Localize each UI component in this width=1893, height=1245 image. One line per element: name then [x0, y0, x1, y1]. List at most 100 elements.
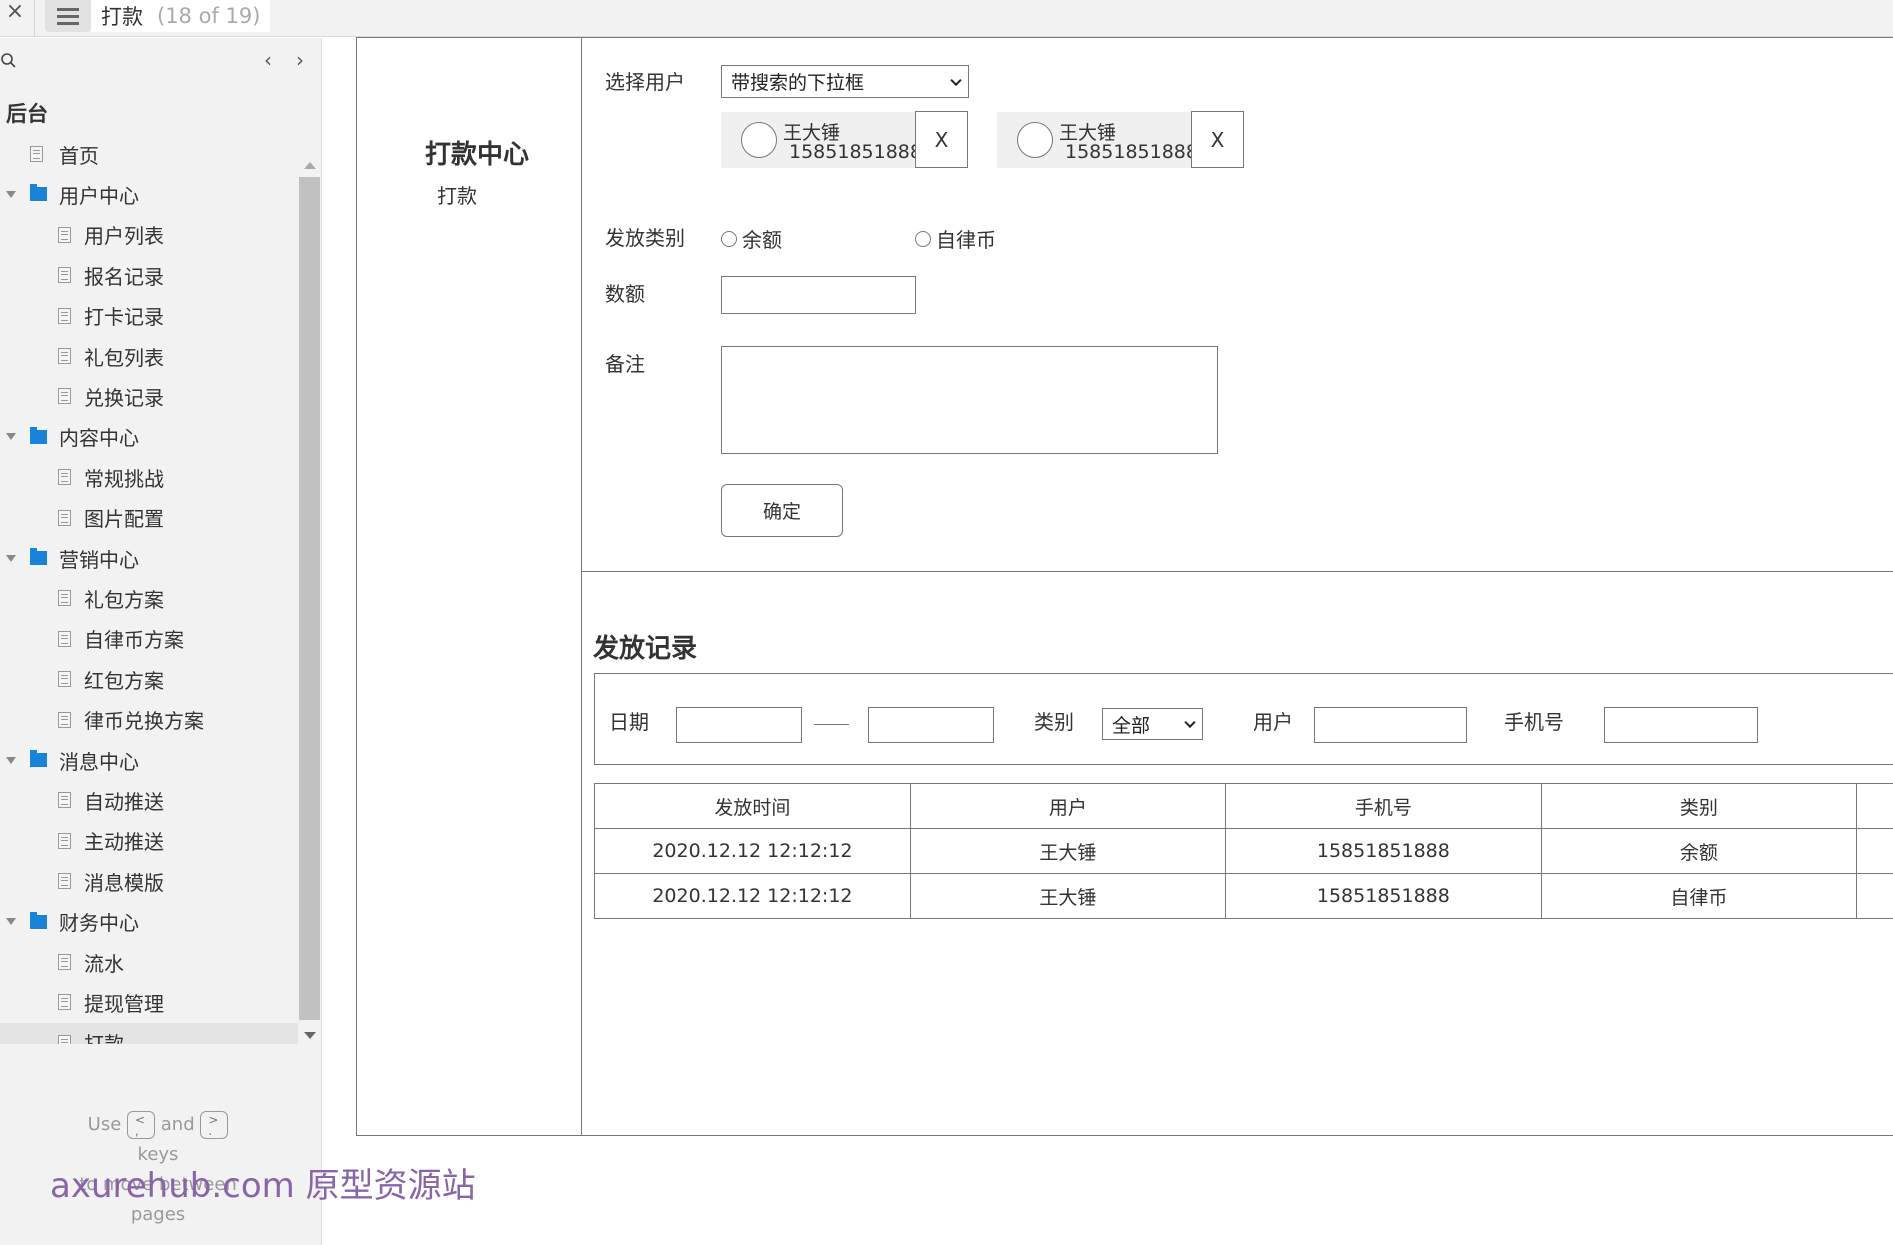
confirm-button[interactable]: 确定	[721, 484, 843, 537]
user-select-value: 带搜索的下拉框	[731, 72, 865, 94]
sidebar-item[interactable]: 内容中心	[0, 417, 298, 457]
cell-time: 2020.12.12 12:12:12	[594, 873, 911, 919]
date-to-input[interactable]	[868, 707, 994, 743]
folder-icon	[30, 911, 47, 929]
page-icon	[58, 348, 71, 364]
sidebar-item[interactable]: 报名记录	[0, 255, 298, 295]
scrollbar-thumb[interactable]	[299, 177, 320, 1020]
sidebar-item-label: 兑换记录	[84, 385, 164, 410]
sidebar-item[interactable]: 律币兑换方案	[0, 700, 298, 740]
expand-caret-icon[interactable]	[6, 918, 16, 926]
expand-caret-icon[interactable]	[6, 554, 16, 562]
radio-coins[interactable]: 自律币	[915, 224, 996, 253]
page-icon	[58, 832, 71, 849]
filter-type-select[interactable]: 全部	[1102, 708, 1203, 740]
menu-button[interactable]	[45, 0, 91, 32]
filter-phone-label: 手机号	[1504, 710, 1564, 734]
search-icon[interactable]	[0, 52, 18, 70]
page-icon	[58, 630, 71, 647]
date-label: 日期	[609, 710, 649, 734]
sidebar: ‹ › 后台 首页用户中心用户列表报名记录 打卡记录 礼包列表兑换记录内容中心常规挑…	[0, 38, 322, 1245]
page-title: 打款	[101, 5, 143, 29]
filter-user-input[interactable]	[1314, 707, 1467, 743]
sidebar-item[interactable]: 自动推送	[0, 780, 298, 820]
period-key-icon: >.	[200, 1111, 229, 1139]
sidebar-item[interactable]: 自律币方案	[0, 619, 298, 659]
sidebar-item[interactable]: 红包方案	[0, 659, 298, 699]
sidebar-item[interactable]: 图片配置	[0, 498, 298, 538]
next-page-button[interactable]: ›	[290, 48, 310, 72]
close-icon[interactable]: ×	[2, 0, 28, 30]
page-icon	[58, 509, 71, 526]
cell-user: 王大锤	[909, 828, 1226, 874]
page-icon	[58, 388, 71, 405]
scroll-down-arrow-icon[interactable]	[304, 1032, 316, 1039]
sidebar-item-label: 主动推送	[84, 830, 164, 855]
sidebar-item-label: 红包方案	[84, 668, 164, 693]
sidebar-item-label: 自动推送	[84, 789, 164, 814]
date-from-input[interactable]	[676, 707, 802, 743]
type-label: 发放类别	[605, 226, 685, 250]
expand-caret-icon[interactable]	[6, 433, 16, 441]
expand-caret-icon[interactable]	[6, 190, 16, 198]
cell-user: 王大锤	[909, 873, 1226, 919]
avatar	[1017, 122, 1053, 158]
sidebar-item[interactable]: 营销中心	[0, 538, 298, 578]
sidebar-item[interactable]: 提现管理	[0, 982, 298, 1022]
cell-phone: 15851851888	[1224, 828, 1542, 874]
sidebar-item-label: 自律币方案	[84, 628, 184, 653]
radio-balance-label: 余额	[742, 228, 782, 252]
sidebar-item[interactable]: 常规挑战	[0, 457, 298, 497]
remove-user-button[interactable]: X	[915, 111, 968, 168]
sidebar-item[interactable]: 用户列表	[0, 215, 298, 255]
sidebar-item[interactable]: 兑换记录	[0, 376, 298, 416]
radio-icon[interactable]	[915, 230, 931, 247]
sidebar-item[interactable]: 首页	[0, 134, 298, 174]
sidebar-item-label: 律币兑换方案	[84, 709, 204, 734]
selected-user-chip: 王大锤 15851851888	[997, 112, 1198, 168]
sidebar-item[interactable]: 打款	[0, 1022, 298, 1044]
note-textarea[interactable]	[721, 346, 1218, 454]
hamburger-icon-bar	[57, 15, 79, 18]
sidebar-item[interactable]: 用户中心	[0, 174, 298, 214]
top-bar: × 打款 (18 of 19)	[0, 0, 1893, 37]
amount-label: 数额	[605, 282, 645, 306]
avatar	[741, 122, 777, 158]
sidebar-item[interactable]: 财务中心	[0, 902, 298, 942]
amount-input[interactable]	[721, 276, 916, 314]
sidebar-item-label: 用户列表	[84, 224, 164, 249]
page-icon	[58, 226, 71, 243]
scroll-up-arrow-icon[interactable]	[304, 162, 316, 169]
sidebar-item-label: 礼包方案	[84, 587, 164, 612]
date-range-dash	[814, 724, 849, 725]
sidebar-item[interactable]: 打卡记录	[0, 296, 298, 336]
page-icon	[58, 873, 71, 890]
sidebar-item[interactable]: 主动推送	[0, 821, 298, 861]
page-icon	[58, 671, 71, 688]
project-name: 后台	[6, 102, 48, 126]
folder-icon	[30, 426, 47, 444]
sidebar-item[interactable]: 消息中心	[0, 740, 298, 780]
cell-type: 自律币	[1540, 873, 1857, 919]
hamburger-icon-bar	[57, 22, 79, 25]
sidebar-item-label: 打款	[84, 1028, 124, 1044]
column-header-user: 用户	[909, 783, 1226, 829]
expand-caret-icon[interactable]	[6, 756, 16, 764]
remove-user-button[interactable]: X	[1191, 111, 1244, 168]
radio-icon[interactable]	[721, 230, 737, 247]
user-select[interactable]: 带搜索的下拉框	[721, 65, 969, 98]
chevron-down-icon	[1184, 716, 1196, 729]
sidebar-item[interactable]: 礼包列表	[0, 336, 298, 376]
page-icon	[58, 469, 71, 486]
sidebar-item-label: 消息中心	[59, 749, 139, 774]
sidebar-item[interactable]: 消息模版	[0, 861, 298, 901]
sidebar-item[interactable]: 礼包方案	[0, 578, 298, 618]
sidebar-item[interactable]: 流水	[0, 942, 298, 982]
radio-balance[interactable]: 余额	[721, 224, 782, 253]
previous-page-button[interactable]: ‹	[258, 48, 278, 72]
filter-phone-input[interactable]	[1604, 707, 1758, 743]
hint-and: and	[160, 1114, 195, 1135]
scrollbar[interactable]	[299, 158, 320, 1046]
sidebar-item-label: 用户中心	[59, 183, 139, 208]
sidebar-item-label: 常规挑战	[84, 466, 164, 491]
